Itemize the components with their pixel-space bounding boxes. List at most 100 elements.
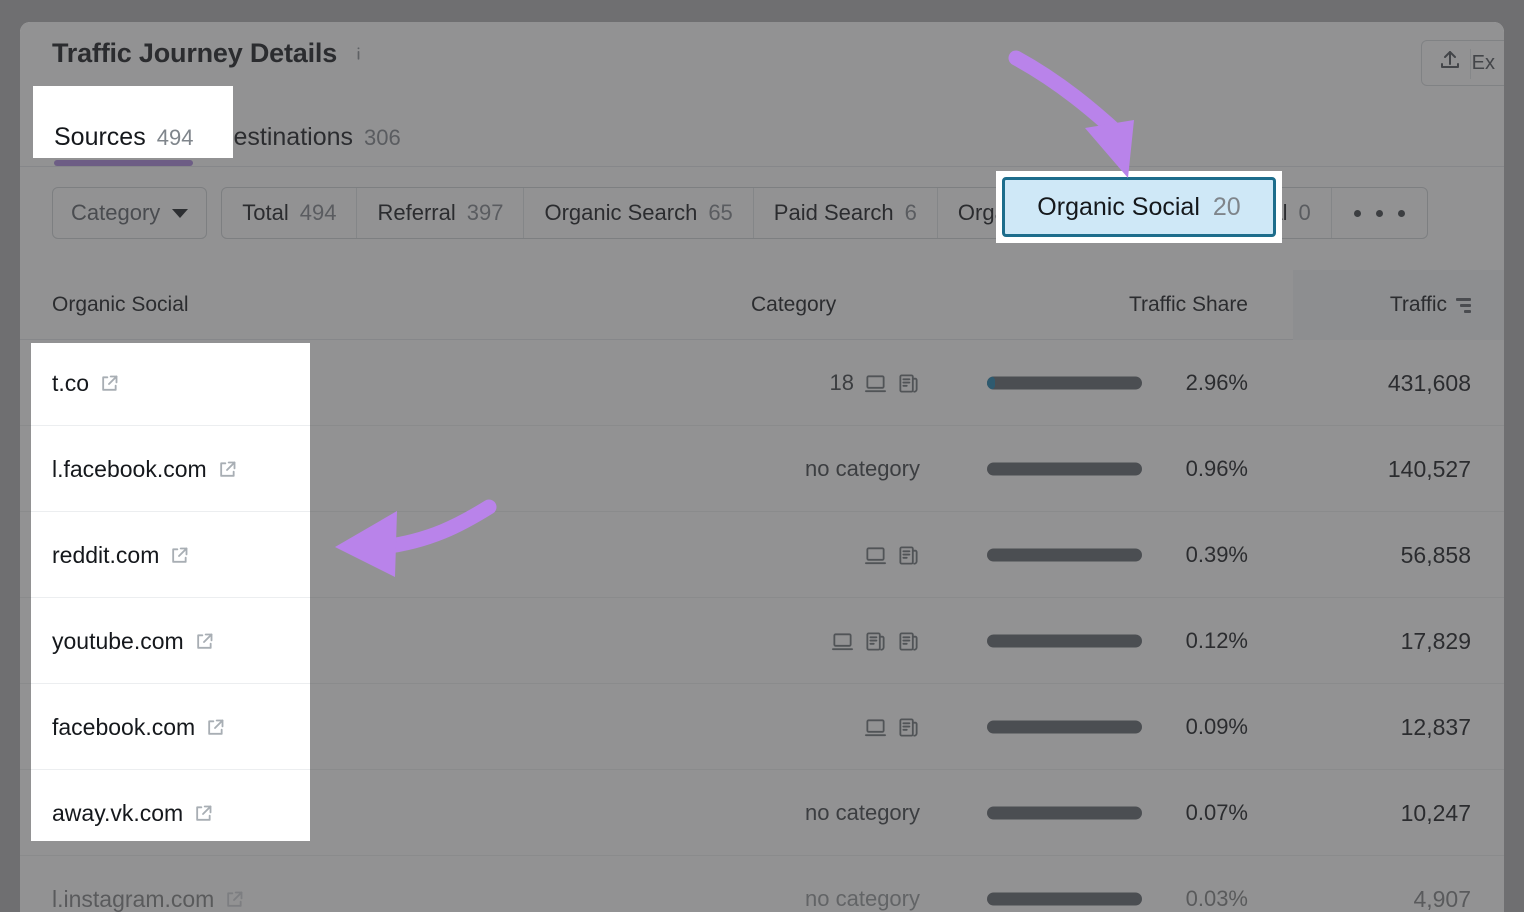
row-traffic: 140,527: [1388, 426, 1471, 512]
chip-referral[interactable]: Referral 397: [357, 188, 525, 238]
row-domain-label: reddit.com: [52, 541, 160, 568]
row-traffic-share-value: 0.12%: [1185, 628, 1248, 653]
organic-social-chip-label: Organic Social: [1037, 192, 1200, 221]
chip-paid-search-label: Paid Search: [773, 200, 894, 225]
row-traffic-value: 431,608: [1387, 369, 1471, 396]
row-traffic-value: 12,837: [1400, 713, 1471, 740]
row-domain-label: away.vk.com: [52, 799, 184, 826]
chip-referral-count: 397: [466, 200, 504, 225]
chip-paid-search[interactable]: Paid Search 6: [754, 188, 938, 238]
sort-descending-icon[interactable]: [1456, 297, 1471, 313]
row-traffic-value: 4,907: [1413, 885, 1471, 912]
article-icon: [864, 630, 887, 653]
info-icon[interactable]: [349, 45, 367, 63]
tab-destinations[interactable]: Destinations 306: [215, 123, 400, 166]
row-category-text: no category: [805, 456, 920, 481]
row-traffic-value: 140,527: [1387, 455, 1471, 482]
spotlight-sources-tab: Sources 494: [33, 86, 233, 158]
column-header-traffic-share[interactable]: Traffic Share: [1129, 270, 1248, 340]
article-icon: [897, 544, 920, 567]
row-traffic-share: 0.09%: [1150, 684, 1248, 770]
export-button[interactable]: Ex: [1420, 40, 1504, 86]
row-traffic-share-value: 0.09%: [1185, 714, 1248, 739]
tab-destinations-label: Destinations: [215, 123, 354, 151]
row-traffic-share-value: 0.07%: [1185, 800, 1248, 825]
chip-referral-label: Referral: [377, 200, 456, 225]
row-traffic-share: 0.96%: [1150, 426, 1248, 512]
chip-organic-search[interactable]: Organic Search 65: [524, 188, 754, 238]
sources-tab-bright-count: 494: [156, 125, 194, 150]
row-traffic-share-value: 0.96%: [1185, 456, 1248, 481]
row-traffic-share-value: 0.39%: [1185, 542, 1248, 567]
row-domain-label: l.facebook.com: [52, 455, 207, 482]
column-header-organic-social[interactable]: Organic Social: [52, 270, 189, 340]
table-row[interactable]: facebook.com0.09%12,837: [31, 684, 310, 770]
row-domain[interactable]: away.vk.com: [52, 770, 213, 841]
table-row[interactable]: l.facebook.comno category0.96%140,527: [31, 426, 310, 512]
table-row[interactable]: l.instagram.com no category 0.03% 4,907: [20, 856, 1504, 912]
sources-tab-bright[interactable]: Sources 494: [54, 123, 193, 158]
row-traffic-share: 0.39%: [1150, 512, 1248, 598]
table-row[interactable]: youtube.com0.12%17,829: [31, 598, 310, 684]
external-link-icon[interactable]: [99, 373, 119, 393]
external-link-icon[interactable]: [205, 717, 225, 737]
monitor-icon: [864, 372, 887, 395]
row-traffic-share: 0.12%: [1150, 598, 1248, 684]
chip-more-button[interactable]: [1332, 188, 1427, 238]
article-icon: [897, 716, 920, 739]
chip-total[interactable]: Total 494: [222, 188, 358, 238]
chip-organic-search-count: 65: [708, 200, 733, 225]
traffic-share-bar: [987, 806, 1142, 819]
row-domain[interactable]: t.co: [52, 343, 119, 426]
row-traffic-share-value: 0.03%: [1185, 886, 1248, 911]
table-row[interactable]: t.co182.96%431,608: [31, 343, 310, 426]
row-domain[interactable]: facebook.com: [52, 684, 225, 770]
row-category: no category: [805, 770, 920, 856]
column-header-category[interactable]: Category: [751, 270, 836, 340]
row-traffic-share: 0.03%: [1150, 856, 1248, 912]
row-category: [864, 512, 920, 598]
table-row[interactable]: away.vk.comno category0.07%10,247: [31, 770, 310, 841]
row-category-text: no category: [805, 886, 920, 911]
row-category: no category: [805, 426, 920, 512]
organic-social-chip-highlight[interactable]: Organic Social 20: [1002, 177, 1276, 237]
tab-destinations-count: 306: [364, 125, 401, 150]
table-row[interactable]: reddit.com0.39%56,858: [31, 512, 310, 598]
traffic-share-bar: [987, 892, 1142, 905]
external-link-icon[interactable]: [217, 459, 237, 479]
article-icon: [897, 630, 920, 653]
external-link-icon[interactable]: [169, 545, 189, 565]
column-header-traffic[interactable]: Traffic: [1390, 270, 1471, 340]
row-category-count: 18: [829, 370, 854, 395]
category-dropdown[interactable]: Category: [52, 187, 208, 239]
category-dropdown-label: Category: [71, 200, 161, 225]
chip-paid-search-count: 6: [904, 200, 917, 225]
chip-organic-search-label: Organic Search: [544, 200, 698, 225]
row-domain[interactable]: l.instagram.com: [52, 856, 244, 912]
row-domain[interactable]: l.facebook.com: [52, 426, 237, 512]
external-link-icon[interactable]: [193, 803, 213, 823]
traffic-share-bar-fill: [987, 376, 995, 389]
traffic-share-bar: [987, 462, 1142, 475]
external-link-icon[interactable]: [224, 889, 244, 909]
row-domain[interactable]: reddit.com: [52, 512, 189, 598]
tabs-divider: [20, 166, 1504, 167]
row-traffic-share: 2.96%: [1150, 340, 1248, 426]
chip-total-count: 494: [299, 200, 337, 225]
upload-icon: [1438, 48, 1462, 78]
page-title: Traffic Journey Details: [52, 38, 338, 68]
row-domain[interactable]: youtube.com: [52, 598, 214, 684]
row-traffic: 12,837: [1401, 684, 1471, 770]
row-traffic: 431,608: [1388, 340, 1471, 426]
monitor-icon: [864, 716, 887, 739]
row-domain-label: l.instagram.com: [52, 885, 215, 912]
external-link-icon[interactable]: [194, 631, 214, 651]
row-category: 18: [830, 340, 920, 426]
row-traffic-share-value: 2.96%: [1185, 370, 1248, 395]
card-header: Traffic Journey Details: [52, 38, 367, 69]
row-traffic-share: 0.07%: [1150, 770, 1248, 856]
row-traffic: 4,907: [1413, 856, 1471, 912]
traffic-share-bar: [987, 634, 1142, 647]
sources-tab-bright-label: Sources: [54, 123, 146, 151]
article-icon: [897, 372, 920, 395]
